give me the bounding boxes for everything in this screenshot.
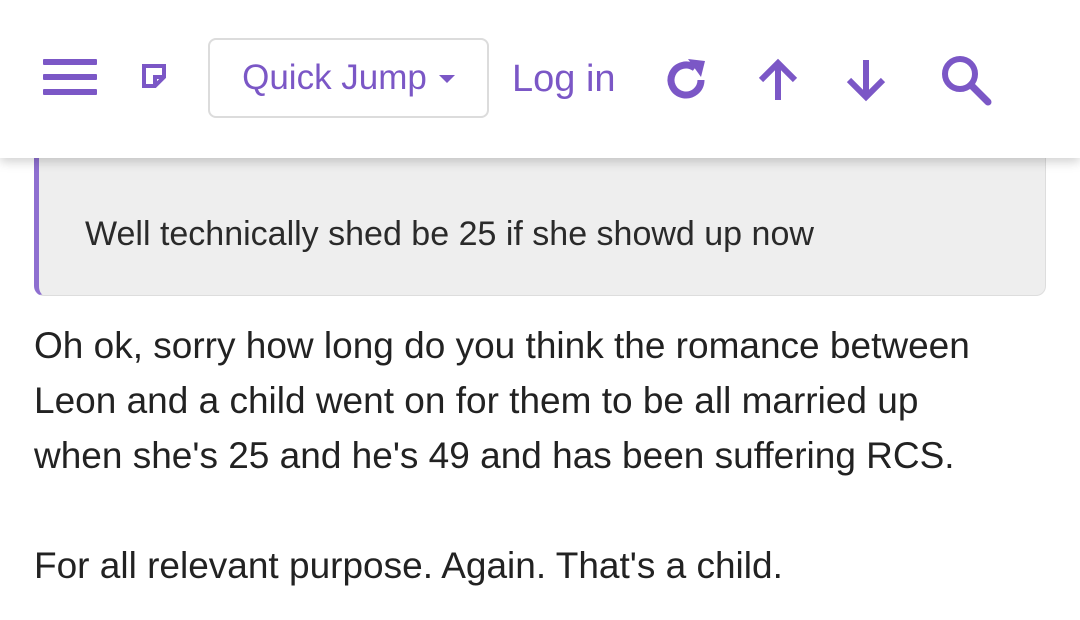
refresh-icon[interactable] (658, 52, 714, 108)
menu-icon[interactable] (40, 52, 100, 102)
top-navigation-bar: Quick Jump Log in (0, 0, 1080, 158)
quick-jump-dropdown[interactable]: Quick Jump (208, 38, 489, 118)
post-line: when she's 25 and he's 49 and has been s… (34, 435, 955, 476)
post-paragraph: For all relevant purpose. Again. That's … (34, 545, 783, 586)
arrow-down-icon[interactable] (838, 52, 894, 108)
login-link[interactable]: Log in (512, 56, 616, 102)
post-body: Oh ok, sorry how long do you think the r… (34, 318, 1054, 593)
quote-text: Well technically shed be 25 if she showd… (85, 215, 814, 253)
new-posts-icon[interactable] (138, 60, 170, 92)
post-line: Leon and a child went on for them to be … (34, 380, 919, 421)
arrow-up-icon[interactable] (750, 52, 806, 108)
post-line: Oh ok, sorry how long do you think the r… (34, 325, 970, 366)
search-icon[interactable] (936, 50, 996, 110)
chevron-down-icon (438, 75, 455, 83)
quick-jump-label: Quick Jump (242, 58, 427, 97)
